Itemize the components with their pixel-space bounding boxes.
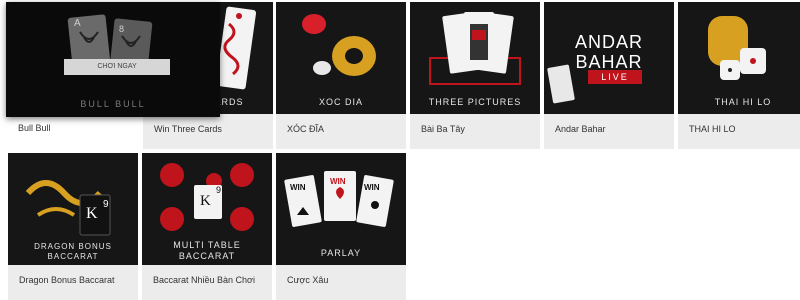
game-tile-andar-bahar[interactable]: ANDAR BAHAR LIVE Andar Bahar (544, 2, 674, 149)
card-win-3: WIN (364, 183, 380, 192)
thumbnail-title: THREE PICTURES (428, 97, 522, 107)
game-name[interactable]: THAI HI LO (689, 124, 736, 134)
game-thumbnail[interactable]: A 8 CHƠI NGAY BULL BULL (6, 2, 220, 117)
game-tile-bull-bull[interactable]: A 8 CHƠI NGAY BULL BULL (6, 2, 220, 117)
thumbnail-title: THAI HI LO (714, 97, 772, 107)
thumbnail-line-1: MULTI TABLE (173, 240, 241, 250)
thumbnail-line-2: BACCARAT (178, 251, 236, 261)
game-thumbnail[interactable]: WIN WIN WIN PARLAY (276, 153, 406, 265)
card-letter-8: 8 (119, 24, 124, 34)
thumbnail-line-2: BAHAR (575, 52, 643, 72)
game-name[interactable]: Andar Bahar (555, 124, 606, 134)
thumbnail-title: BULL BULL (80, 99, 146, 109)
live-badge: LIVE (601, 72, 629, 82)
card-win-2: WIN (330, 177, 346, 186)
game-tile-parlay[interactable]: WIN WIN WIN PARLAY Cược Xâu (276, 153, 406, 300)
thumbnail-title: XOC DIA (318, 97, 363, 107)
play-now-button[interactable]: CHƠI NGAY (64, 59, 170, 75)
game-thumbnail[interactable]: K 9 MULTI TABLE BACCARAT (142, 153, 272, 265)
card-k: K (200, 193, 211, 209)
game-name[interactable]: Bài Ba Tây (421, 124, 465, 134)
game-tile-multi-table-baccarat[interactable]: K 9 MULTI TABLE BACCARAT Baccarat Nhiều … (142, 153, 272, 300)
card-number: 9 (103, 199, 109, 210)
card-letter-a: A (74, 18, 81, 29)
card-win-1: WIN (290, 183, 306, 192)
game-tile-xoc-dia[interactable]: XOC DIA XÓC ĐĨA (276, 2, 406, 149)
game-name[interactable]: Win Three Cards (154, 124, 222, 134)
game-name[interactable]: Cược Xâu (287, 275, 328, 285)
thumbnail-line-2: BACCARAT (47, 252, 99, 261)
game-name[interactable]: Dragon Bonus Baccarat (19, 275, 115, 285)
card-k: K (86, 205, 98, 222)
game-tile-thai-hi-lo[interactable]: THAI HI LO THAI HI LO (678, 2, 800, 149)
game-name[interactable]: Baccarat Nhiều Bàn Chơi (153, 275, 255, 285)
card-number: 9 (216, 185, 222, 195)
game-tile-three-pictures[interactable]: THREE PICTURES Bài Ba Tây (410, 2, 540, 149)
game-name-bull-bull[interactable]: Bull Bull (18, 123, 51, 133)
thumbnail-line-1: DRAGON BONUS (34, 242, 112, 251)
game-thumbnail[interactable]: THREE PICTURES (410, 2, 540, 114)
game-name[interactable]: XÓC ĐĨA (287, 124, 324, 134)
game-thumbnail[interactable]: XOC DIA (276, 2, 406, 114)
game-thumbnail[interactable]: K 9 DRAGON BONUS BACCARAT (8, 153, 138, 265)
thumbnail-line-1: ANDAR (574, 32, 643, 52)
game-tile-dragon-bonus-baccarat[interactable]: K 9 DRAGON BONUS BACCARAT Dragon Bonus B… (8, 153, 138, 300)
thumbnail-title: PARLAY (320, 248, 362, 258)
game-thumbnail[interactable]: ANDAR BAHAR LIVE (544, 2, 674, 114)
game-thumbnail[interactable]: THAI HI LO (678, 2, 800, 114)
